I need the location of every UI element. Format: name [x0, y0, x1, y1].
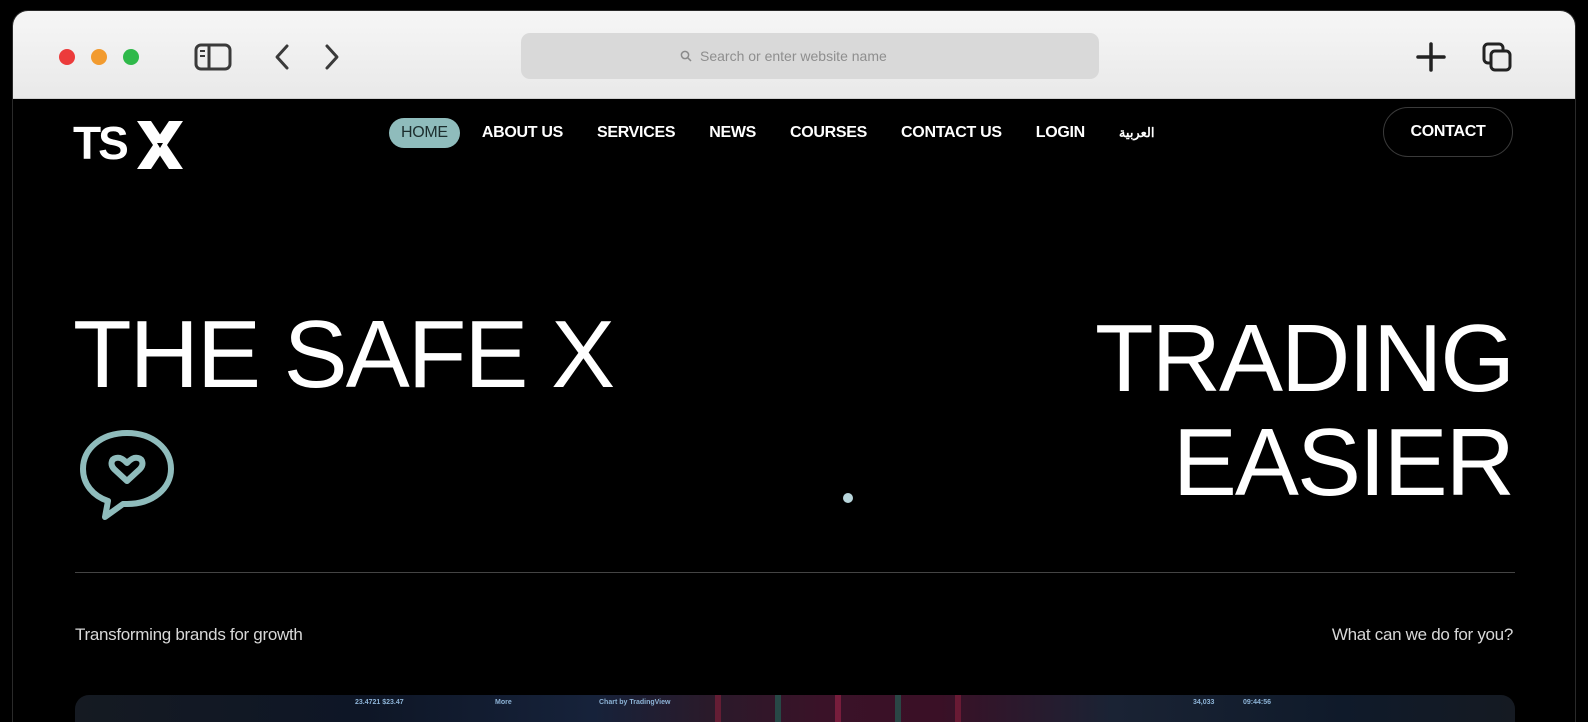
hero-heading-right-line2: EASIER [1172, 408, 1515, 516]
section-divider [75, 572, 1515, 573]
address-bar[interactable] [521, 33, 1099, 79]
browser-window: TS HOME ABOUT US SERVICES NEWS COURSES C… [12, 10, 1576, 722]
tsx-logo[interactable]: TS [73, 115, 189, 169]
chat-heart-icon[interactable] [77, 429, 177, 521]
minimize-window-button[interactable] [91, 49, 107, 65]
chart-bar-stripe [775, 695, 781, 722]
close-window-button[interactable] [59, 49, 75, 65]
nav-login[interactable]: LOGIN [1024, 118, 1097, 148]
hero-heading-left: THE SAFE X [73, 301, 615, 408]
tagline-right-link[interactable]: What can we do for you? [1332, 625, 1513, 645]
nav-services[interactable]: SERVICES [585, 118, 687, 148]
nav-courses[interactable]: COURSES [778, 118, 879, 148]
zoom-window-button[interactable] [123, 49, 139, 65]
tagline-left: Transforming brands for growth [75, 625, 303, 644]
svg-text:TS: TS [73, 117, 127, 169]
main-nav: HOME ABOUT US SERVICES NEWS COURSES CONT… [389, 117, 1176, 149]
sidebar-toggle-icon[interactable] [193, 37, 233, 77]
hero-heading-right: TRADING EASIER [1095, 305, 1515, 516]
nav-contact-us[interactable]: CONTACT US [889, 118, 1014, 148]
new-tab-icon[interactable] [1411, 37, 1451, 77]
trading-chart-preview[interactable]: 23.4721 $23.47 More Chart by TradingView… [75, 695, 1515, 722]
preview-chart-credit: Chart by TradingView [599, 699, 671, 706]
nav-news[interactable]: NEWS [697, 118, 768, 148]
chart-bar-stripe [955, 695, 961, 722]
chart-bar-stripe [835, 695, 841, 722]
chart-bar-stripe [895, 695, 901, 722]
contact-button[interactable]: CONTACT [1383, 107, 1513, 157]
back-icon[interactable] [263, 37, 303, 77]
search-icon [680, 50, 692, 62]
tab-overview-icon[interactable] [1477, 37, 1517, 77]
website-page: TS HOME ABOUT US SERVICES NEWS COURSES C… [13, 99, 1575, 722]
hero-heading-right-line1: TRADING [1095, 305, 1515, 412]
nav-home[interactable]: HOME [389, 118, 460, 148]
cursor-dot [843, 493, 853, 503]
nav-about-us[interactable]: ABOUT US [470, 118, 575, 148]
browser-toolbar [13, 11, 1575, 99]
nav-language-arabic[interactable]: العربية [1107, 119, 1167, 147]
chart-bar-stripe [715, 695, 721, 722]
preview-more-label: More [495, 699, 512, 706]
address-input[interactable] [700, 48, 940, 64]
preview-volume-label: 34,033 [1193, 699, 1215, 706]
forward-icon[interactable] [311, 37, 351, 77]
preview-price-label: 23.4721 $23.47 [355, 699, 404, 706]
preview-time-label: 09:44:56 [1243, 699, 1272, 706]
